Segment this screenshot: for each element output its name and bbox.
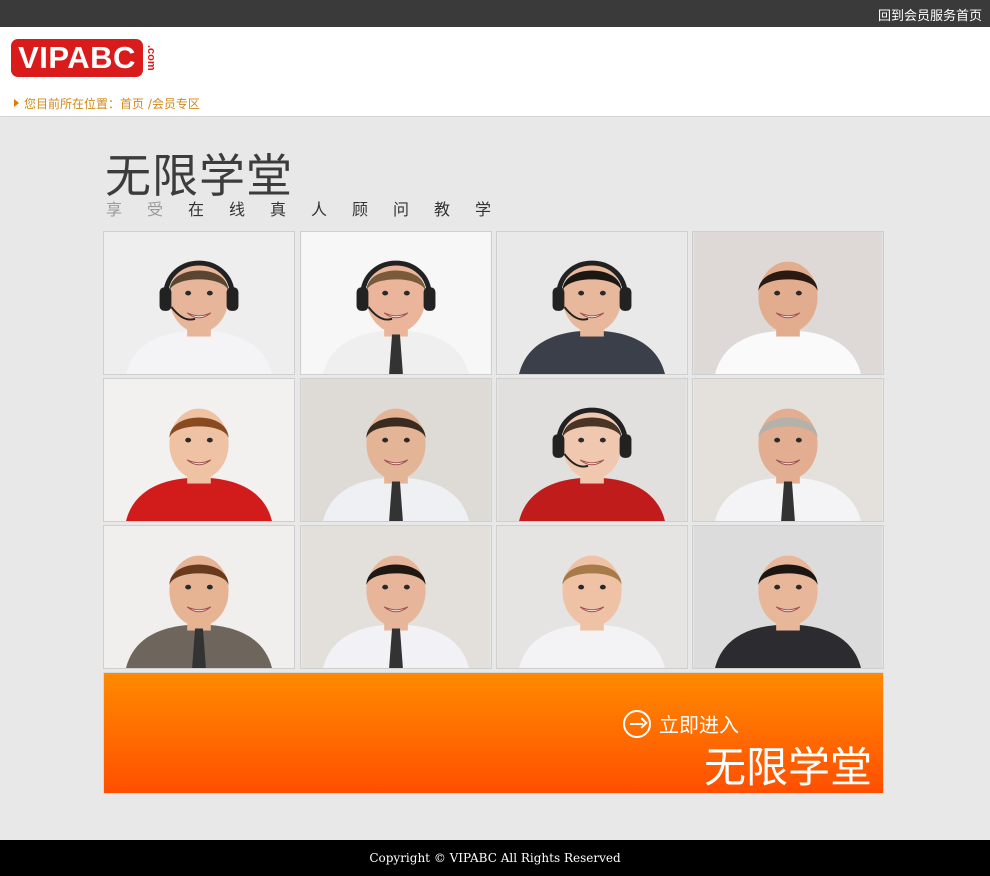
breadcrumb-separator: / [144,97,152,111]
banner-title: 无限学堂 [703,743,872,792]
arrow-right-icon [14,99,19,107]
member-home-link[interactable]: 回到会员服务首页 [878,5,982,24]
copyright-text: Copyright © VIPABC All Rights Reserved [369,851,621,865]
breadcrumb-home-link[interactable]: 首页 [120,97,144,111]
subtitle-char: 享 [106,200,123,219]
subtitle-char: 线 [229,200,246,219]
header: VIPABC .com 您目前所在位置：首页 /会员专区 [0,27,990,117]
vipabc-logo[interactable]: VIPABC .com [11,39,157,77]
teacher-photo [496,231,688,375]
subtitle-char: 教 [434,200,451,219]
breadcrumb: 您目前所在位置：首页 /会员专区 [14,95,200,112]
breadcrumb-current[interactable]: 会员专区 [152,97,200,111]
subtitle-char: 学 [475,200,492,219]
logo-text: VIPABC [18,40,136,75]
subtitle-char: 问 [393,200,410,219]
teacher-photo [103,378,295,522]
subtitle-char: 顾 [352,200,369,219]
teacher-photo [496,378,688,522]
teacher-photo [692,378,884,522]
arrow-circle-icon [623,710,651,738]
teacher-photo [103,231,295,375]
footer: Copyright © VIPABC All Rights Reserved [0,840,990,876]
top-bar: 回到会员服务首页 [0,0,990,27]
logo-suffix: .com [145,45,157,71]
subtitle-char: 在 [188,200,205,219]
teacher-photo [103,525,295,669]
subtitle-char: 真 [270,200,287,219]
enter-classroom-banner[interactable]: 立即进入 无限学堂 [103,672,884,794]
teacher-photo [692,231,884,375]
breadcrumb-prefix: 您目前所在位置： [24,97,121,111]
teacher-photo [300,231,492,375]
subtitle-char: 人 [311,200,328,219]
teacher-photo [692,525,884,669]
teacher-photo [496,525,688,669]
subtitle-char: 受 [147,200,164,219]
page-subtitle: 享受在线真人顾问教学 [106,196,516,220]
teacher-photo [300,378,492,522]
teacher-photo [300,525,492,669]
